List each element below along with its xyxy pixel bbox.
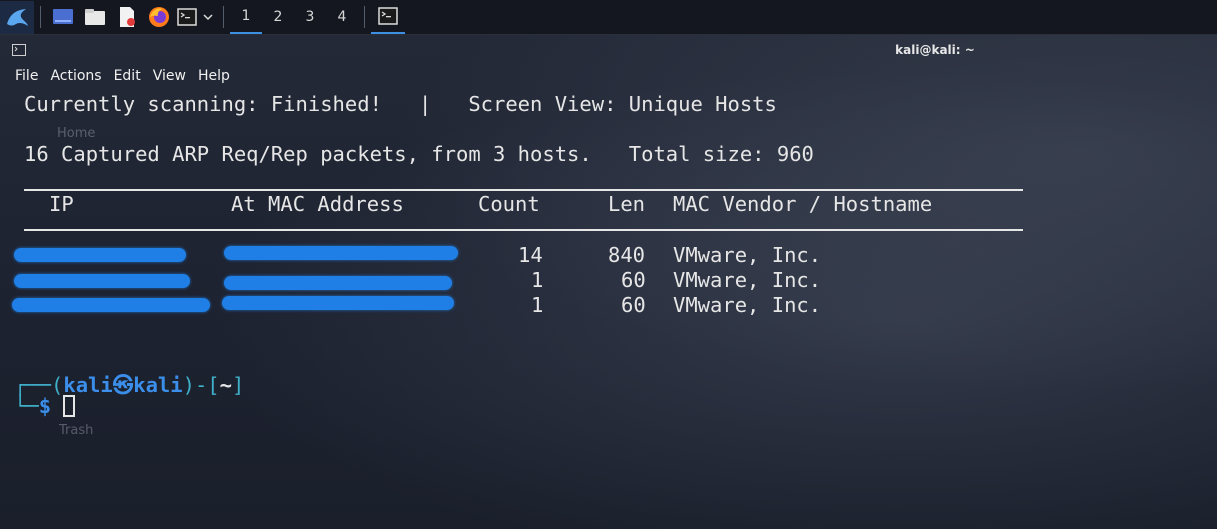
workspace-1[interactable]: 1 <box>230 1 262 34</box>
shell-prompt-line2: └─$ <box>14 394 76 418</box>
scan-status-line: Currently scanning: Finished! | Screen V… <box>24 92 777 116</box>
menu-view[interactable]: View <box>153 68 186 84</box>
header-ip: IP <box>49 192 74 216</box>
row-vendor: VMware, Inc. <box>673 268 822 292</box>
menu-actions[interactable]: Actions <box>50 68 101 84</box>
workspace-4[interactable]: 4 <box>326 1 358 34</box>
prompt-close: )-[ <box>182 373 220 397</box>
terminal-dropdown-button[interactable] <box>200 2 216 32</box>
row-len: 60 <box>621 293 646 317</box>
text-editor-button[interactable] <box>112 2 142 32</box>
folder-icon <box>85 9 105 25</box>
prompt-corner: └─ <box>14 394 39 418</box>
chevron-down-icon <box>203 14 213 21</box>
kali-menu-button[interactable] <box>0 0 34 34</box>
header-mac: At MAC Address <box>231 192 404 216</box>
capture-summary-line: 16 Captured ARP Req/Rep packets, from 3 … <box>24 142 814 166</box>
panel-separator <box>364 6 365 28</box>
row-count: 1 <box>531 268 544 292</box>
terminal-launcher-button[interactable] <box>176 2 198 32</box>
terminal-output[interactable]: Currently scanning: Finished! | Screen V… <box>0 88 1217 529</box>
prompt-host: kali <box>133 373 183 397</box>
row-len: 840 <box>608 243 646 267</box>
kali-dragon-icon <box>7 9 28 26</box>
text-cursor <box>63 395 76 417</box>
menu-edit[interactable]: Edit <box>114 68 141 84</box>
panel-separator <box>223 6 224 28</box>
workspace-2[interactable]: 2 <box>262 1 294 34</box>
firefox-icon <box>149 7 169 27</box>
menu-help[interactable]: Help <box>198 68 230 84</box>
row-vendor: VMware, Inc. <box>673 243 822 267</box>
redacted-ip <box>12 298 210 312</box>
row-count: 14 <box>518 243 543 267</box>
firefox-button[interactable] <box>144 2 174 32</box>
table-top-rule <box>24 189 1023 191</box>
redacted-ip <box>14 274 190 288</box>
row-len: 60 <box>621 268 646 292</box>
menu-file[interactable]: File <box>15 68 38 84</box>
prompt-at: ㉿ <box>112 373 134 397</box>
header-count: Count <box>478 192 540 216</box>
file-manager-button[interactable] <box>80 2 110 32</box>
show-desktop-button[interactable] <box>48 2 78 32</box>
desktop-icon <box>53 9 73 24</box>
terminal-icon <box>177 8 197 26</box>
menu-bar: File Actions Edit View Help <box>0 64 1217 88</box>
prompt-end: ] <box>232 373 245 397</box>
redacted-mac <box>224 276 452 290</box>
taskbar-terminal-window[interactable] <box>371 1 405 34</box>
top-panel: 1 2 3 4 <box>0 0 1217 35</box>
table-header-rule <box>24 229 1023 231</box>
prompt-dollar: $ <box>38 394 52 418</box>
text-editor-icon <box>120 7 135 27</box>
window-title: kali@kali: ~ <box>895 43 975 57</box>
header-vendor: MAC Vendor / Hostname <box>673 192 933 216</box>
row-vendor: VMware, Inc. <box>673 293 822 317</box>
header-len: Len <box>608 192 646 216</box>
window-titlebar[interactable]: kali@kali: ~ <box>0 36 1217 64</box>
redacted-ip <box>14 248 186 262</box>
row-count: 1 <box>531 293 544 317</box>
prompt-dir: ~ <box>219 373 232 397</box>
redacted-mac <box>222 296 454 310</box>
workspace-3[interactable]: 3 <box>294 1 326 34</box>
panel-separator <box>40 6 41 28</box>
terminal-icon <box>378 7 398 25</box>
redacted-mac <box>224 246 458 260</box>
